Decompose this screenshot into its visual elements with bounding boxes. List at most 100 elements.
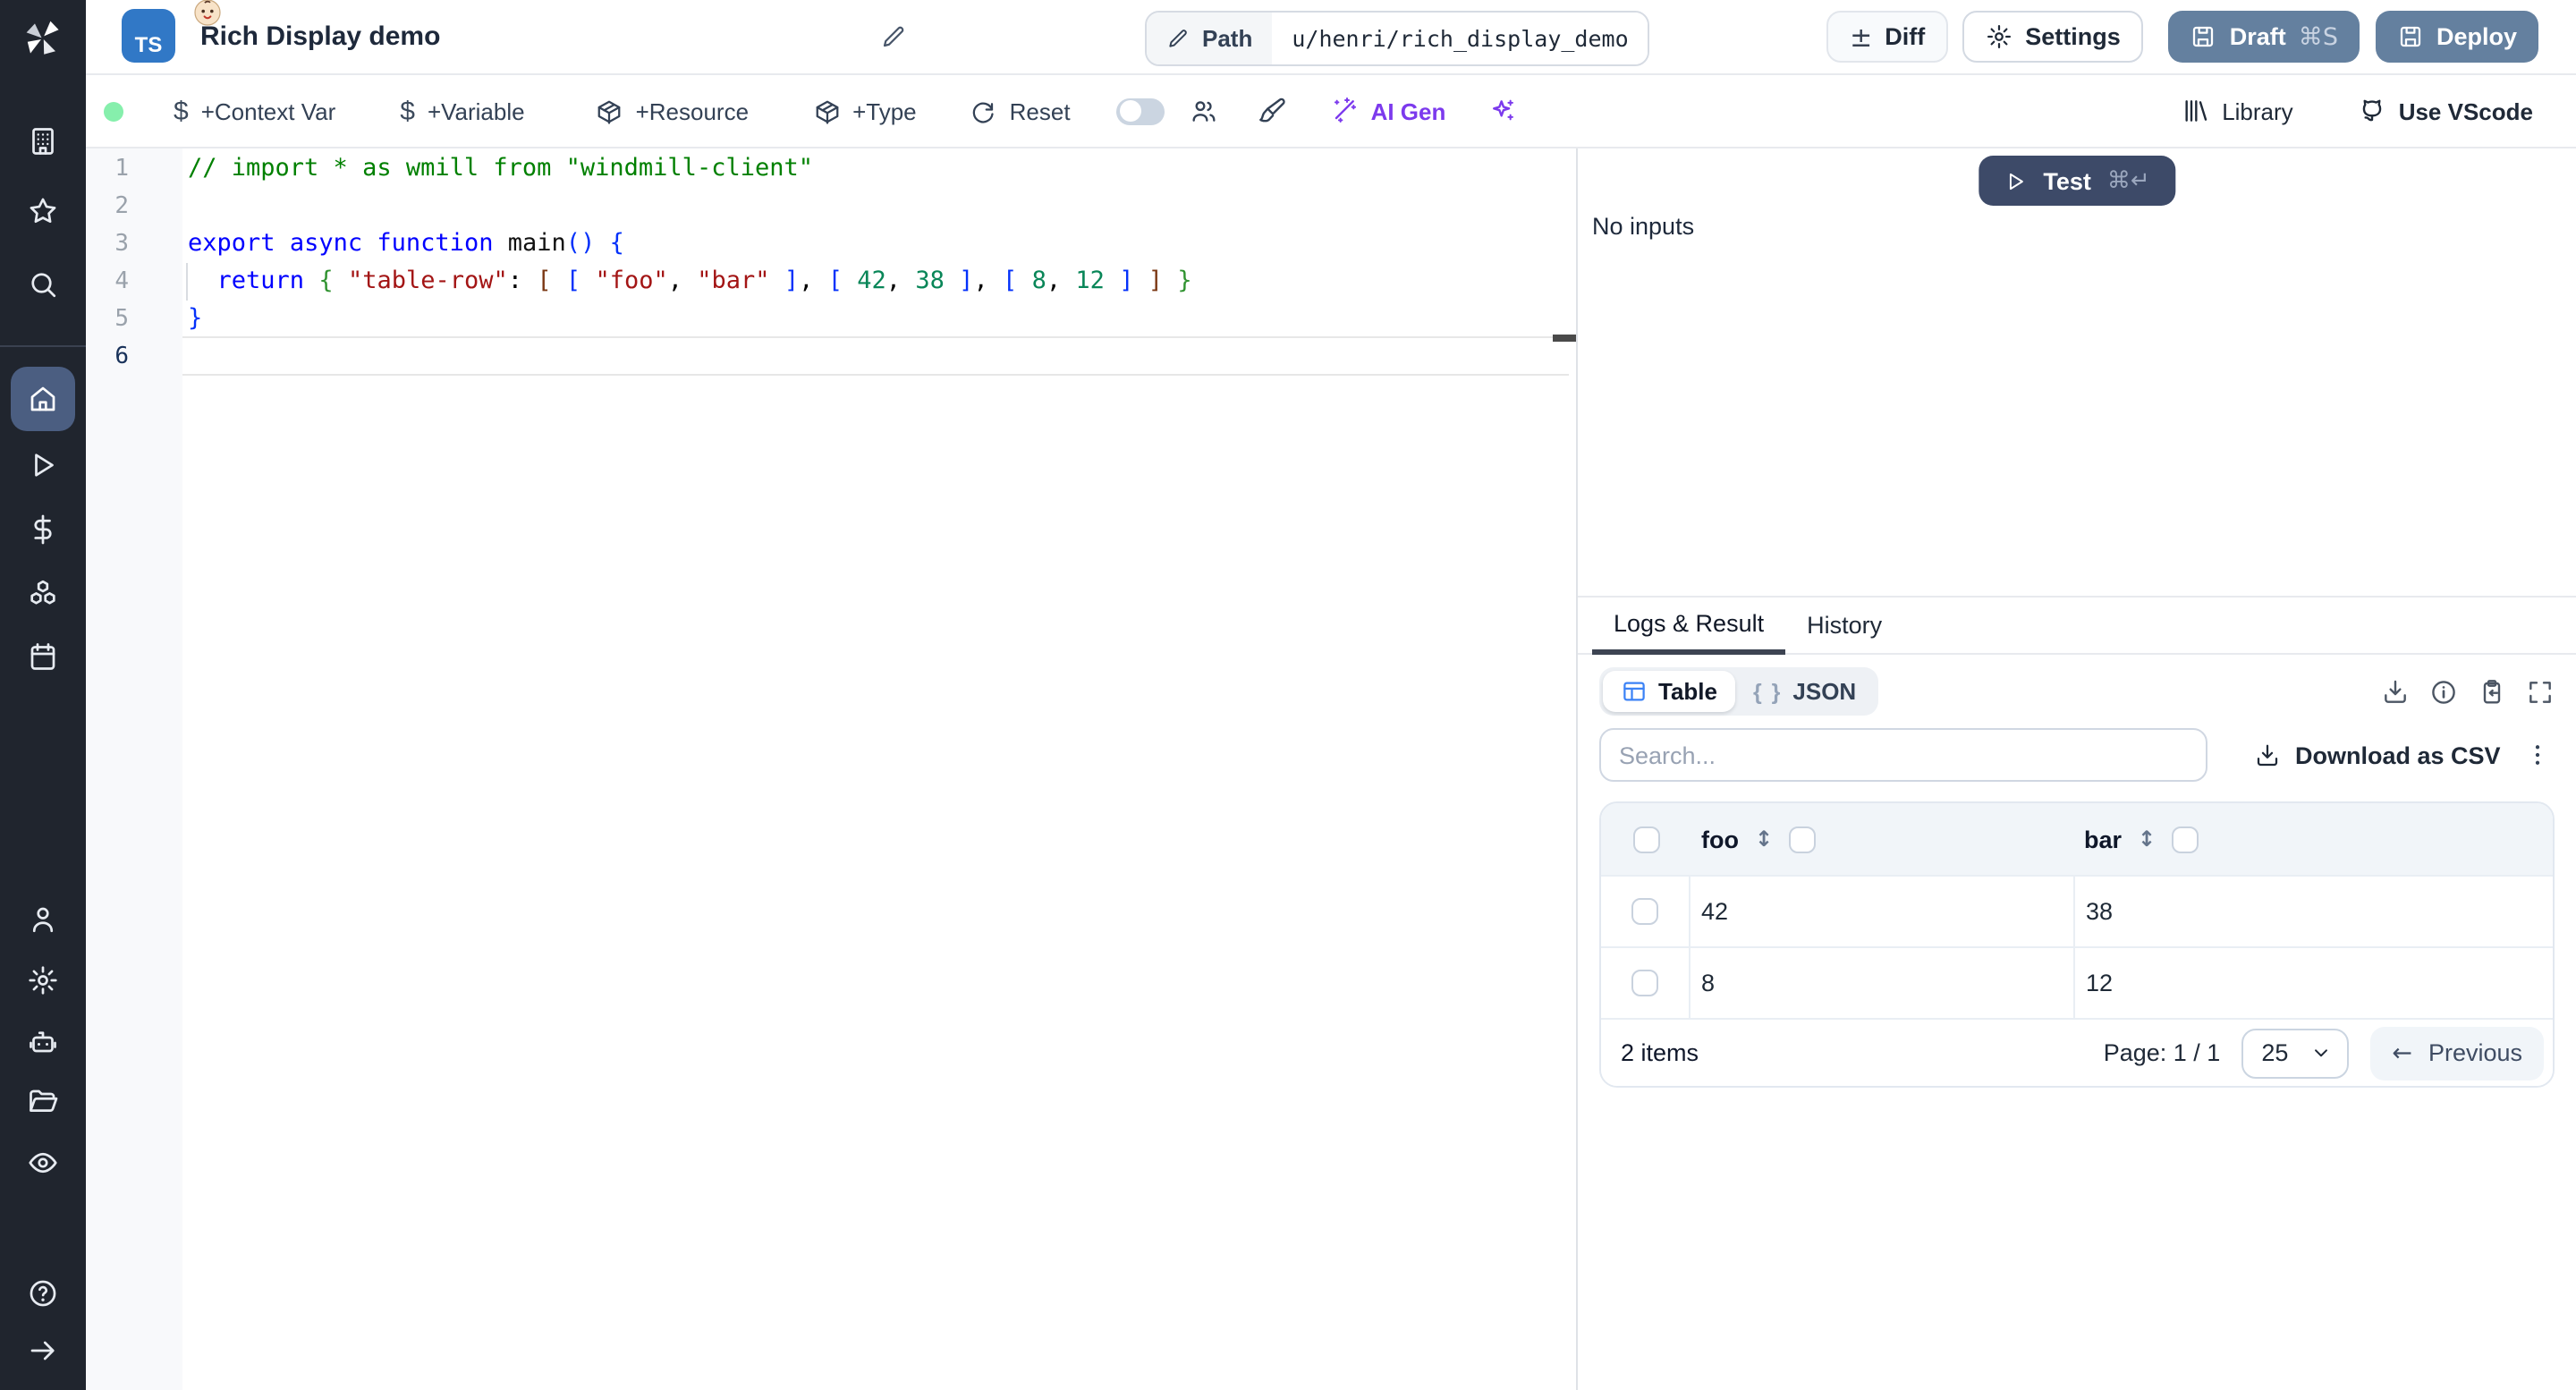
test-button[interactable]: Test ⌘↵	[1979, 156, 2175, 206]
page-indicator: Page: 1 / 1	[2103, 1039, 2221, 1066]
code-line[interactable]: 3 export async function main() {	[86, 225, 1576, 263]
sidebar-item-user[interactable]	[27, 903, 59, 936]
result-actions	[2381, 677, 2555, 706]
refresh-icon	[973, 101, 995, 123]
dollar-icon: $	[174, 96, 189, 126]
sidebar-item-settings[interactable]	[27, 964, 59, 996]
tab-history[interactable]: History	[1785, 598, 1903, 653]
table-cell: 8	[1701, 970, 1716, 996]
column-header-foo[interactable]: foo	[1701, 826, 1739, 852]
ai-gen-button[interactable]: AI Gen	[1330, 97, 1445, 125]
sidebar-item-search[interactable]	[27, 268, 59, 301]
github-cat-icon	[2362, 99, 2381, 122]
multiplayer-toggle[interactable]	[1116, 97, 1165, 124]
row-checkbox[interactable]	[1631, 970, 1658, 996]
reset-button[interactable]: Reset	[970, 97, 1071, 124]
overview-ruler-cursor-marker	[1553, 335, 1576, 342]
sidebar-item-schedules[interactable]	[27, 640, 59, 673]
sidebar-item-home[interactable]	[11, 367, 75, 431]
add-variable-button[interactable]: $ +Variable	[400, 96, 524, 126]
save-icon	[2193, 26, 2214, 47]
collaborators-icon[interactable]	[1191, 97, 1219, 125]
view-toggle-table[interactable]: Table	[1603, 671, 1735, 712]
code-line[interactable]: 5}	[86, 301, 1576, 338]
code-line[interactable]: 6	[86, 338, 1576, 376]
sidebar-expand-icon[interactable]	[27, 1335, 59, 1367]
sidebar-item-workers[interactable]	[27, 1027, 59, 1059]
sort-icon[interactable]: ↕	[1755, 826, 1773, 852]
sidebar-item-runs[interactable]	[27, 449, 59, 481]
windmill-logo-icon[interactable]	[21, 16, 64, 59]
result-tabs: Logs & Result History	[1578, 596, 2576, 655]
add-type-button[interactable]: +Type	[813, 97, 917, 124]
settings-button[interactable]: Settings	[1962, 11, 2144, 63]
table-row[interactable]: 42 38	[1601, 875, 2553, 946]
sparkles-icon[interactable]	[1488, 97, 1517, 125]
code-line[interactable]: 4 return { "table-row": [ [ "foo", "bar"…	[86, 263, 1576, 301]
table-icon	[1623, 682, 1645, 701]
sidebar-item-favorites[interactable]	[27, 195, 59, 227]
code-lines[interactable]: 1// import * as wmill from "windmill-cli…	[86, 148, 1576, 376]
page-size-select[interactable]: 25	[2241, 1028, 2350, 1078]
download-icon	[2257, 743, 2278, 766]
edit-summary-pencil-icon[interactable]	[880, 23, 907, 50]
search-input[interactable]	[1599, 728, 2207, 782]
row-checkbox[interactable]	[1631, 898, 1658, 925]
format-brush-icon[interactable]	[1258, 97, 1287, 125]
sidebar-item-variables[interactable]	[27, 513, 59, 546]
library-button[interactable]: Library	[2181, 97, 2293, 125]
column-toggle-foo[interactable]	[1789, 826, 1817, 852]
download-icon[interactable]	[2381, 677, 2410, 706]
code-line[interactable]: 2	[86, 188, 1576, 225]
draft-shortcut: ⌘S	[2298, 22, 2338, 51]
code-line[interactable]: 1// import * as wmill from "windmill-cli…	[86, 150, 1576, 188]
diff-icon: ±	[1850, 21, 1873, 53]
table-cell: 12	[2073, 948, 2553, 1018]
no-inputs-text: No inputs	[1592, 213, 1695, 240]
path-value[interactable]: u/henri/rich_display_demo	[1272, 13, 1648, 64]
path-control[interactable]: Path u/henri/rich_display_demo	[1145, 11, 1650, 66]
info-icon[interactable]	[2429, 677, 2458, 706]
deploy-button[interactable]: Deploy	[2375, 11, 2538, 63]
sidebar-divider	[0, 345, 86, 347]
add-resource-button[interactable]: +Resource	[597, 97, 749, 124]
gear-icon	[1987, 25, 2012, 48]
column-header-bar[interactable]: bar	[2084, 826, 2122, 852]
previous-page-button[interactable]: ← Previous	[2370, 1026, 2544, 1080]
test-shortcut: ⌘↵	[2106, 167, 2150, 194]
sidebar-item-help[interactable]	[27, 1277, 59, 1309]
sidebar-item-resources[interactable]	[27, 578, 59, 610]
sidebar-item-workspace[interactable]	[27, 125, 59, 157]
save-icon	[2400, 26, 2421, 47]
content: 1// import * as wmill from "windmill-cli…	[86, 148, 2576, 1390]
arrow-left-icon: ←	[2392, 1038, 2412, 1067]
table-row[interactable]: 8 12	[1601, 946, 2553, 1018]
clipboard-copy-icon[interactable]	[2478, 677, 2506, 706]
maximize-icon[interactable]	[2526, 677, 2555, 706]
table-footer: 2 items Page: 1 / 1 25 ← Previous	[1601, 1018, 2553, 1086]
draft-button[interactable]: Draft ⌘S	[2168, 11, 2360, 63]
use-vscode-button[interactable]: Use VScode	[2358, 97, 2533, 125]
editor-toolbar: $ +Context Var $ +Variable +Resource +Ty…	[86, 75, 2576, 148]
view-toggle-json[interactable]: { } JSON	[1735, 671, 1874, 712]
package-icon	[598, 99, 621, 123]
download-csv-button[interactable]: Download as CSV	[2254, 742, 2501, 768]
view-toggle: Table { } JSON	[1599, 667, 1878, 716]
sidebar-item-folders[interactable]	[27, 1086, 59, 1118]
code-editor[interactable]: 1// import * as wmill from "windmill-cli…	[86, 148, 1576, 1390]
column-toggle-bar[interactable]	[2172, 826, 2199, 852]
sort-icon[interactable]: ↕	[2138, 826, 2156, 852]
table-body: 42 38 8 12	[1601, 875, 2553, 1018]
select-all-checkbox[interactable]	[1632, 826, 1659, 852]
page-title: Rich Display demo	[200, 21, 441, 52]
chevron-down-icon	[2315, 1049, 2328, 1057]
add-context-var-button[interactable]: $ +Context Var	[174, 96, 335, 126]
braces-icon: { }	[1753, 679, 1783, 704]
sidebar-item-audit-logs[interactable]	[27, 1147, 59, 1179]
tab-logs-and-result[interactable]: Logs & Result	[1592, 598, 1786, 655]
diff-button[interactable]: ± Diff	[1826, 11, 1949, 63]
kebab-menu-icon[interactable]	[2524, 741, 2551, 769]
dollar-icon: $	[400, 96, 415, 126]
sidebar	[0, 0, 86, 1390]
path-edit-button[interactable]: Path	[1147, 13, 1273, 64]
